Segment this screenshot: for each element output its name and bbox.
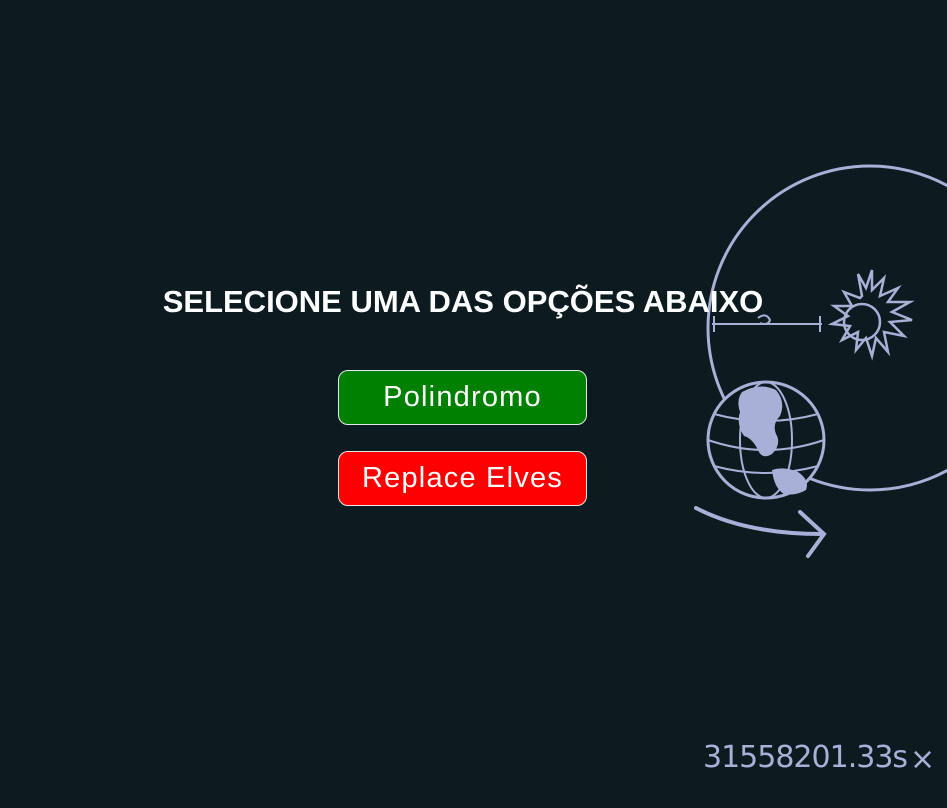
elapsed-time-label: 31558201.33s — [703, 740, 908, 775]
orbit-arrow-icon — [694, 506, 827, 558]
palindrome-button-label: Polindromo — [383, 381, 542, 413]
palindrome-button[interactable]: Polindromo — [338, 370, 587, 425]
page-title: SELECIONE UMA DAS OPÇÕES ABAIXO — [162, 284, 764, 319]
replace-elves-button[interactable]: Replace Elves — [338, 451, 587, 506]
close-icon[interactable]: × — [910, 740, 947, 780]
orbit-circle — [706, 164, 947, 492]
replace-elves-button-label: Replace Elves — [362, 462, 563, 494]
earth-globe-icon — [706, 380, 826, 500]
page: SELECIONE UMA DAS OPÇÕES ABAIXO Polindro… — [0, 0, 947, 808]
